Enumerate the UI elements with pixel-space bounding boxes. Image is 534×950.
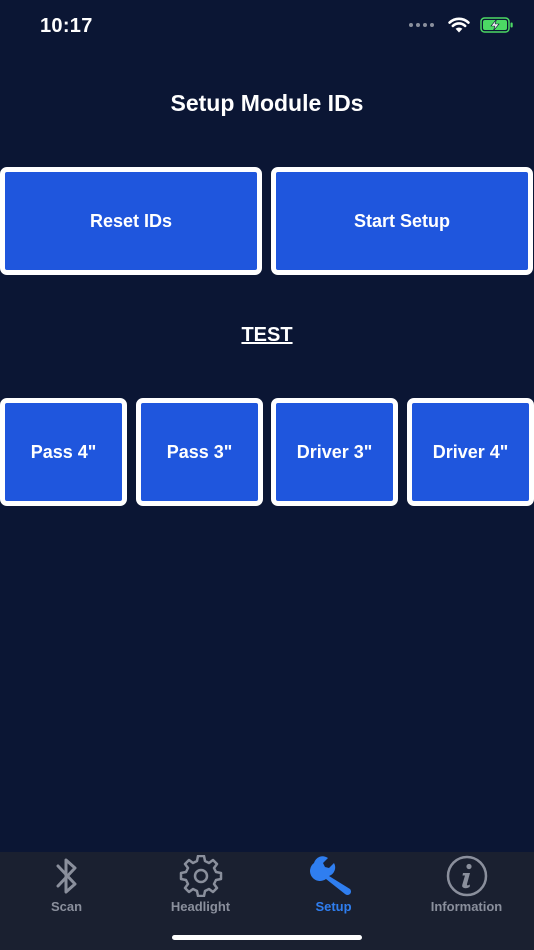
test-section-label: TEST <box>241 324 293 346</box>
tab-information[interactable]: Information <box>400 852 533 922</box>
wrench-icon <box>309 854 359 898</box>
tab-scan-label: Scan <box>50 899 83 914</box>
reset-ids-button[interactable]: Reset IDs <box>0 167 262 275</box>
status-bar: 10:17 <box>0 0 534 54</box>
tab-headlight[interactable]: Headlight <box>134 852 267 922</box>
pass-4-button[interactable]: Pass 4" <box>0 398 127 506</box>
tab-headlight-label: Headlight <box>170 899 231 914</box>
driver-3-button[interactable]: Driver 3" <box>271 398 398 506</box>
tab-setup[interactable]: Setup <box>267 852 400 922</box>
bluetooth-icon <box>51 854 83 898</box>
tab-setup-label: Setup <box>315 899 352 914</box>
driver-4-button[interactable]: Driver 4" <box>407 398 534 506</box>
home-indicator[interactable] <box>172 935 362 940</box>
battery-charging-icon <box>480 17 513 33</box>
status-time: 10:17 <box>40 15 93 37</box>
pass-3-button[interactable]: Pass 3" <box>136 398 263 506</box>
status-icons <box>409 17 514 33</box>
start-setup-button[interactable]: Start Setup <box>271 167 533 275</box>
page-title: Setup Module IDs <box>170 90 364 116</box>
wifi-icon <box>448 17 470 33</box>
info-icon <box>445 854 489 898</box>
tab-scan[interactable]: Scan <box>0 852 133 922</box>
gear-icon <box>175 854 227 898</box>
signal-dots-icon <box>409 23 434 27</box>
tab-information-label: Information <box>430 899 503 914</box>
